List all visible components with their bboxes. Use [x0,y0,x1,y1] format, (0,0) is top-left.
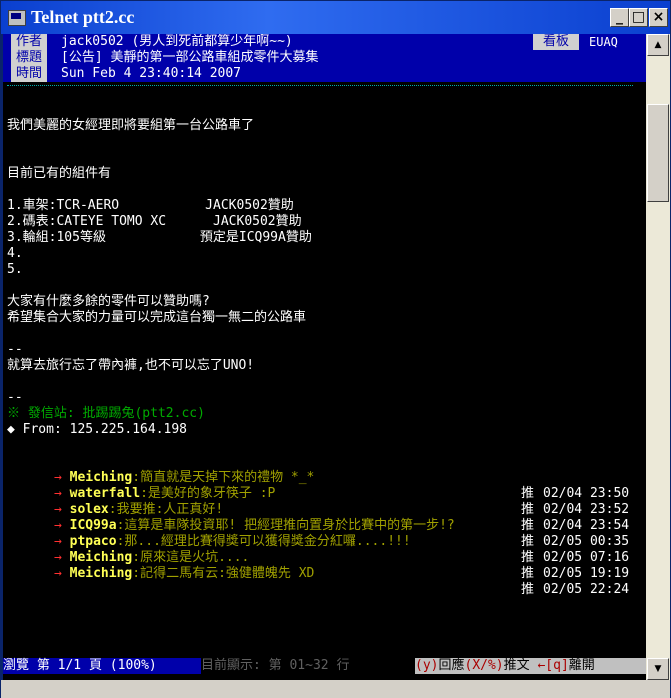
part-line: 3.輪組:105等級 預定是ICQ99A贊助 [7,230,312,245]
push-text: :記得二馬有云:強健體魄先 XD [132,566,315,581]
maximize-button[interactable]: □ [629,8,648,27]
browse-position: 瀏覽 第 1/1 頁 (100%) [3,658,201,674]
push-date: 02/05 00:35 [543,534,630,549]
author-value: jack0502 (男人到死前都算少年啊~~) [61,34,293,49]
push-label: 推文 [503,658,538,673]
part-line: 1.車架:TCR-AERO JACK0502贊助 [7,198,294,213]
push-row: → Meiching:記得二馬有云:強健體魄先 XD 推 02/05 22:24 [7,550,629,614]
scroll-up-arrow-icon[interactable]: ▲ [647,34,669,56]
telnet-window: Telnet ptt2.cc _ □ × 作者 jack0502 (男人到死前都… [0,0,671,698]
push-tag: 推 [521,502,535,517]
header-author-row: 作者 jack0502 (男人到死前都算少年啊~~) 看板 EUAQ [3,34,646,50]
title-bar[interactable]: Telnet ptt2.cc _ □ × [1,1,670,34]
push-date: 02/05 07:16 [543,550,630,565]
bbs-status-bar: 瀏覽 第 1/1 頁 (100%) 目前顯示: 第 01~32 行 (y)回應(… [3,658,646,674]
push-tag: 推 [521,534,535,549]
push-tag: 推 [521,582,535,597]
minimize-button[interactable]: _ [610,8,629,27]
push-tag: 推 [521,550,535,565]
reply-key[interactable]: (y) [415,658,438,673]
scroll-thumb[interactable] [647,104,669,202]
author-label: 作者 [11,34,47,50]
board-label: 看板 [533,34,579,50]
push-arrow: → [53,566,62,581]
push-tag: 推 [521,518,535,533]
part-line: 2.碼表:CATEYE TOMO XC JACK0502贊助 [7,214,302,229]
parts-heading: 目前已有的組件有 [7,166,112,181]
push-tag: 推 [521,486,535,501]
signature-text: 就算去旅行忘了帶內褲,也不可以忘了UNO! [7,358,255,373]
from-line: ◆ From: 125.225.164.198 [7,422,188,437]
push-user: Meiching [69,566,133,581]
push-key[interactable]: (X/%) [465,658,504,673]
display-range: 目前顯示: 第 01~32 行 [201,658,415,674]
push-date: 02/05 19:19 [543,566,630,581]
close-button[interactable]: × [649,8,668,27]
footer-divider: -- [7,390,23,405]
part-line: 4. [7,246,23,261]
ask-line: 大家有什麼多餘的零件可以贊助嗎? [7,294,210,309]
header-divider [7,85,633,86]
push-date: 02/05 22:24 [543,582,630,597]
header-title-row: 標題 [公告] 美靜的第一部公路車組成零件大募集 [3,50,646,66]
push-date: 02/04 23:54 [543,518,630,533]
origin-line: ※ 發信站: 批踢踢兔(ptt2.cc) [7,406,205,421]
time-label: 時間 [11,66,47,82]
telnet-app-icon[interactable] [8,10,26,26]
part-line: 5. [7,262,23,277]
leave-label: 離開 [568,658,595,673]
signature-divider: -- [7,342,23,357]
terminal-screen[interactable]: 作者 jack0502 (男人到死前都算少年啊~~) 看板 EUAQ 標題 [公… [3,34,646,680]
header-time-row: 時間 Sun Feb 4 23:40:14 2007 [3,66,646,82]
leave-key[interactable]: ←[q] [537,658,568,673]
vertical-scrollbar[interactable]: ▲ ▼ [646,34,670,680]
push-date: 02/04 23:52 [543,502,630,517]
push-tag: 推 [521,566,535,581]
title-label: 標題 [11,50,47,66]
push-date: 02/04 23:50 [543,486,630,501]
key-hints: (y)回應(X/%)推文 ←[q]離開 [415,658,646,674]
board-value: EUAQ [589,35,618,49]
time-value: Sun Feb 4 23:40:14 2007 [61,66,242,81]
reply-label: 回應 [438,658,465,673]
window-title: Telnet ptt2.cc [31,7,135,27]
intro-line: 我們美麗的女經理即將要組第一台公路車了 [7,118,255,133]
title-value: [公告] 美靜的第一部公路車組成零件大募集 [61,50,319,65]
ask-line: 希望集合大家的力量可以完成這台獨一無二的公路車 [7,310,307,325]
window-bottom-bar [1,680,670,698]
scroll-down-arrow-icon[interactable]: ▼ [647,658,669,680]
